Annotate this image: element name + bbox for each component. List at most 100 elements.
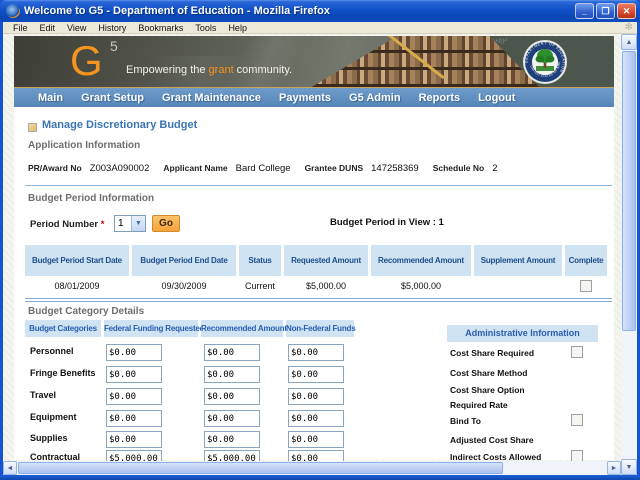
vertical-scroll-thumb[interactable] — [622, 51, 636, 331]
menu-edit[interactable]: Edit — [34, 22, 62, 34]
close-button[interactable]: ✕ — [617, 3, 636, 19]
header-budget-categories: Budget Categories — [25, 320, 101, 337]
complete-checkbox[interactable] — [580, 280, 592, 292]
double-rule-divider — [25, 298, 612, 302]
admin-cost-share-method: Cost Share Method — [450, 368, 527, 378]
header-status: Status — [239, 245, 281, 276]
pr-award-value: Z003A090002 — [90, 163, 150, 174]
required-asterisk: * — [101, 219, 105, 230]
equipment-nonfederal-input[interactable] — [288, 410, 344, 427]
nav-grant-maintenance[interactable]: Grant Maintenance — [162, 92, 261, 104]
g5-banner: f(x) = (a+b)² G 5 Empowering the grant c… — [14, 36, 614, 88]
fringe-recommended-input[interactable] — [204, 366, 260, 383]
supplies-nonfederal-input[interactable] — [288, 431, 344, 448]
period-table-header-row: Budget Period Start Date Budget Period E… — [25, 245, 612, 276]
scroll-left-icon[interactable]: ◄ — [3, 461, 17, 475]
applicant-name-value: Bard College — [236, 163, 291, 174]
horizontal-scrollbar[interactable]: ◄ ► — [3, 461, 621, 475]
menu-bar: File Edit View History Bookmarks Tools H… — [3, 22, 637, 34]
admin-required-rate: Required Rate — [450, 400, 508, 410]
firefox-icon — [6, 4, 20, 18]
category-label-equipment: Equipment — [30, 412, 77, 422]
cell-recommended-amount: $5,000.00 — [371, 276, 471, 296]
cell-supplement-amount — [474, 276, 562, 296]
go-button[interactable]: Go — [152, 215, 180, 232]
travel-recommended-input[interactable] — [204, 388, 260, 405]
browser-window: Welcome to G5 - Department of Education … — [0, 0, 640, 480]
horizontal-scroll-thumb[interactable] — [18, 462, 503, 474]
nav-logout[interactable]: Logout — [478, 92, 515, 104]
nav-main[interactable]: Main — [38, 92, 63, 104]
cell-end-date: 09/30/2009 — [132, 276, 236, 296]
admin-bind-to: Bind To — [450, 416, 481, 426]
budget-period-table: Budget Period Start Date Budget Period E… — [25, 245, 612, 296]
restore-button[interactable]: ❐ — [596, 3, 615, 19]
category-label-fringe-benefits: Fringe Benefits — [30, 368, 96, 378]
main-navigation: Main Grant Setup Grant Maintenance Payme… — [14, 88, 614, 107]
bind-to-checkbox[interactable] — [571, 414, 583, 426]
menu-view[interactable]: View — [61, 22, 92, 34]
personnel-recommended-input[interactable] — [204, 344, 260, 361]
fringe-nonfederal-input[interactable] — [288, 366, 344, 383]
personnel-nonfederal-input[interactable] — [288, 344, 344, 361]
page-title: Manage Discretionary Budget — [42, 119, 197, 131]
category-label-travel: Travel — [30, 390, 56, 400]
throbber-icon: ✻ — [625, 22, 633, 34]
nav-payments[interactable]: Payments — [279, 92, 331, 104]
category-label-personnel: Personnel — [30, 346, 74, 356]
header-complete: Complete — [565, 245, 607, 276]
cost-share-required-checkbox[interactable] — [571, 346, 583, 358]
fringe-federal-input[interactable] — [106, 366, 162, 383]
vertical-scrollbar[interactable]: ▲ ▼ — [621, 34, 637, 475]
scroll-up-icon[interactable]: ▲ — [621, 34, 637, 50]
minimize-button[interactable]: _ — [575, 3, 594, 19]
scroll-down-icon[interactable]: ▼ — [621, 459, 637, 475]
tagline-post: community. — [234, 64, 292, 76]
menu-help[interactable]: Help — [222, 22, 253, 34]
department-of-education-seal: DEPARTMENT OF EDUCATION UNITED STATES OF… — [522, 39, 568, 85]
category-label-supplies: Supplies — [30, 433, 68, 443]
period-number-text: Period Number — [30, 219, 98, 230]
chevron-down-icon[interactable]: ▼ — [131, 216, 145, 231]
header-non-federal-funds: Non-Federal Funds — [286, 320, 354, 337]
application-information-row: PR/Award No Z003A090002 Applicant Name B… — [28, 163, 511, 174]
header-federal-funding-requested: Federal Funding Requested — [104, 320, 198, 337]
header-supplement-amount: Supplement Amount — [474, 245, 562, 276]
menu-file[interactable]: File — [7, 22, 34, 34]
window-titlebar: Welcome to G5 - Department of Education … — [0, 0, 640, 22]
grantee-duns-label: Grantee DUNS — [305, 163, 364, 173]
header-start-date: Budget Period Start Date — [25, 245, 129, 276]
pr-award-label: PR/Award No — [28, 163, 82, 173]
admin-cost-share-required: Cost Share Required — [450, 348, 534, 358]
personnel-federal-input[interactable] — [106, 344, 162, 361]
menu-bookmarks[interactable]: Bookmarks — [132, 22, 189, 34]
budget-category-heading: Budget Category Details — [28, 306, 144, 317]
administrative-information-heading: Administrative Information — [447, 325, 598, 342]
nav-grant-setup[interactable]: Grant Setup — [81, 92, 144, 104]
supplies-recommended-input[interactable] — [204, 431, 260, 448]
scroll-right-icon[interactable]: ► — [607, 461, 621, 475]
menu-history[interactable]: History — [92, 22, 132, 34]
g5-logo-5: 5 — [110, 38, 118, 54]
equipment-federal-input[interactable] — [106, 410, 162, 427]
applicant-name-label: Applicant Name — [163, 163, 227, 173]
header-requested-amount: Requested Amount — [284, 245, 368, 276]
grantee-duns-value: 147258369 — [371, 163, 419, 174]
schedule-no-label: Schedule No — [433, 163, 484, 173]
admin-cost-share-option: Cost Share Option — [450, 385, 525, 395]
admin-adjusted-cost-share: Adjusted Cost Share — [450, 435, 534, 445]
period-number-select[interactable]: 1 ▼ — [114, 215, 146, 232]
period-number-label: Period Number * — [30, 219, 104, 230]
menu-tools[interactable]: Tools — [189, 22, 222, 34]
equipment-recommended-input[interactable] — [204, 410, 260, 427]
nav-g5-admin[interactable]: G5 Admin — [349, 92, 401, 104]
travel-federal-input[interactable] — [106, 388, 162, 405]
banner-tagline: Empowering the grant community. — [126, 64, 292, 76]
cell-status: Current — [239, 276, 281, 296]
nav-reports[interactable]: Reports — [419, 92, 461, 104]
cell-complete — [565, 276, 607, 296]
supplies-federal-input[interactable] — [106, 431, 162, 448]
travel-nonfederal-input[interactable] — [288, 388, 344, 405]
window-frame-bottom — [0, 475, 640, 480]
tagline-pre: Empowering the — [126, 64, 209, 76]
